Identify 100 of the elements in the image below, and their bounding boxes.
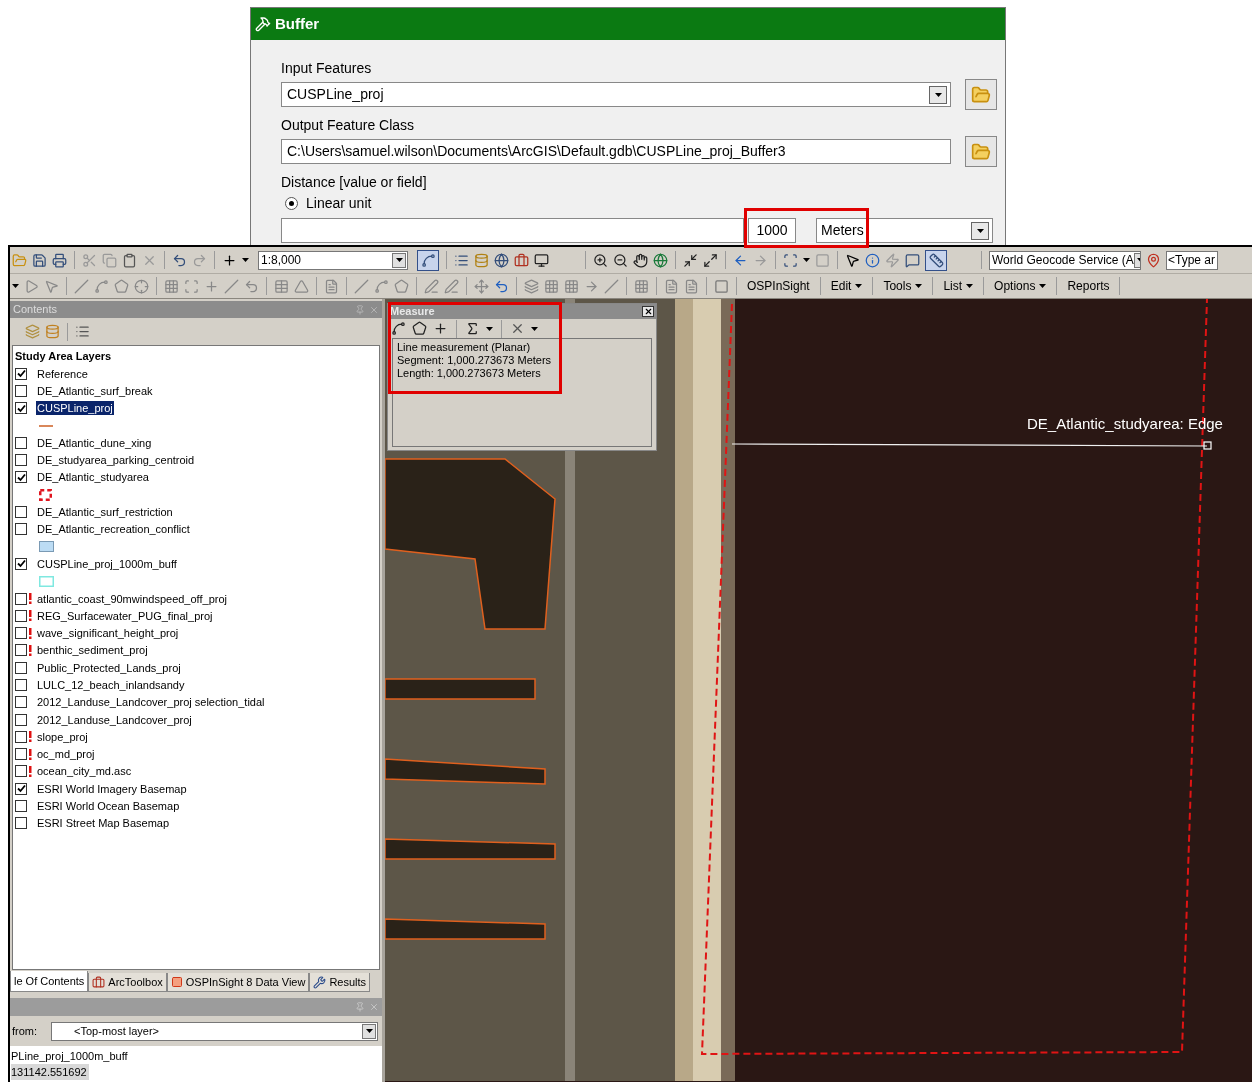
list-options-icon[interactable] [75,324,90,339]
layer-name[interactable]: atlantic_coast_90mwindspeed_off_proj [36,591,228,606]
layer-name[interactable]: LULC_12_beach_inlandsandy [36,678,186,692]
input-dropdown[interactable]: CUSPLine_proj [281,82,951,107]
add-data-icon[interactable] [222,252,237,268]
layer-name[interactable]: wave_significant_height_proj [36,626,180,641]
layer-name[interactable]: ocean_city_md.asc [36,764,133,779]
zoom-in-icon[interactable] [593,252,608,268]
layer-name[interactable]: Reference [36,366,89,381]
caret-icon[interactable] [486,326,493,331]
layer-name[interactable]: 2012_Landuse_Landcover_proj selection_tidal [36,695,266,710]
dropdown-caret-icon[interactable] [915,284,923,288]
layer-checkbox[interactable] [15,471,27,484]
layer-name[interactable]: CUSPLine_proj_1000m_buff [36,556,178,571]
layer-name[interactable]: Public_Protected_Lands_proj [36,660,182,675]
panel-tab[interactable]: OSPInSight 8 Data View [166,973,310,992]
dropdown-caret-icon[interactable] [1039,284,1047,288]
caret-icon[interactable] [976,228,984,233]
layer-checkbox[interactable] [15,627,27,640]
distance-value-field[interactable]: 1000 [748,218,796,243]
layer-checkbox[interactable] [15,454,27,467]
layer-checkbox[interactable] [15,748,27,761]
browse-folder-button[interactable] [965,136,997,167]
layer-name[interactable]: benthic_sediment_proj [36,643,149,658]
layer-name[interactable]: slope_proj [36,729,89,744]
caret-icon[interactable] [12,284,19,288]
pointer-icon[interactable] [845,252,860,268]
browse-folder-button[interactable] [965,79,997,110]
layer-name[interactable]: CUSPLine_proj [36,401,114,416]
print-icon[interactable] [52,252,67,268]
identify-icon[interactable] [865,252,880,268]
toolbar-menu[interactable]: Tools [880,277,926,295]
layer-name[interactable]: ESRI Street Map Basemap [36,816,171,831]
layer-name[interactable]: 2012_Landuse_Landcover_proj [36,712,193,727]
layer-name[interactable]: ESRI World Ocean Basemap [36,799,181,814]
scale-dropdown[interactable]: 1:8,000 [258,250,408,270]
caret-icon[interactable] [395,258,403,262]
dropdown-caret-icon[interactable] [966,284,974,288]
layer-name[interactable]: ESRI World Imagery Basemap [36,781,188,796]
close-icon[interactable] [643,307,653,316]
input-field[interactable] [281,218,744,243]
unit-dropdown[interactable]: Meters [816,218,993,243]
layer-name[interactable]: DE_Atlantic_surf_restriction [36,505,174,519]
layer-dropdown[interactable]: <Top-most layer> [51,1021,378,1041]
layer-checkbox[interactable] [15,679,27,691]
caret-icon[interactable] [934,92,942,97]
radio-button[interactable] [285,197,298,210]
layer-name[interactable]: REG_Surfacewater_PUG_final_proj [36,608,214,623]
layer-checkbox[interactable] [15,696,27,709]
address-field[interactable]: <Type ar [1166,250,1218,270]
layer-checkbox[interactable] [15,402,27,415]
geocoder-dropdown[interactable]: World Geocode Service (A [989,250,1141,270]
find-address-icon[interactable] [1146,252,1161,268]
layer-checkbox[interactable] [15,384,27,397]
globe-icon[interactable] [653,252,668,268]
caret-icon[interactable] [365,1029,373,1033]
caret-icon[interactable] [242,258,249,262]
measure-icon[interactable] [928,252,944,268]
caret-icon[interactable] [531,326,538,331]
toolbar-menu[interactable]: Reports [1064,277,1113,295]
layer-checkbox[interactable] [15,557,27,570]
caret-icon[interactable] [803,258,810,262]
toolbar-menu[interactable]: Options [991,277,1050,295]
zoom-out-icon[interactable] [613,252,628,268]
hammer-icon [255,16,271,32]
layer-checkbox[interactable] [15,713,27,726]
undo-icon[interactable] [172,252,187,268]
panel-tab[interactable]: le Of Contents [10,971,89,992]
sum-icon[interactable] [465,321,480,336]
paste-icon[interactable] [122,252,137,268]
layer-checkbox[interactable] [15,644,27,657]
input-field[interactable]: C:\Users\samuel.wilson\Documents\ArcGIS\Default.gdb\CUSPLine_proj_Buffer3 [281,139,951,164]
layer-checkbox[interactable] [15,765,27,778]
layer-name[interactable]: DE_Atlantic_recreation_conflict [36,522,191,537]
save-icon[interactable] [32,252,47,268]
panel-tab[interactable]: Results [309,973,371,992]
layer-checkbox[interactable] [15,782,27,795]
layer-name[interactable]: DE_studyarea_parking_centroid [36,453,196,468]
layer-checkbox[interactable] [15,436,27,449]
toolbar-menu[interactable]: Edit [827,277,866,295]
layer-checkbox[interactable] [15,609,27,622]
layer-checkbox[interactable] [15,523,27,536]
result-line[interactable]: PLine_proj_1000m_buff [11,1048,130,1064]
layer-checkbox[interactable] [15,367,27,380]
layer-name[interactable]: DE_Atlantic_studyarea [36,470,150,485]
toolbar-menu[interactable]: List [940,277,977,295]
layer-name[interactable]: DE_Atlantic_dune_xing [36,435,153,450]
layer-checkbox[interactable] [15,817,27,830]
panel-tab[interactable]: ArcToolbox [88,973,167,992]
layer-checkbox[interactable] [15,592,27,605]
layer-checkbox[interactable] [15,730,27,743]
toolbar-menu[interactable]: OSPInSight [744,277,813,295]
layer-name[interactable]: DE_Atlantic_surf_break [36,383,154,398]
pan-icon[interactable] [633,252,648,268]
layer-name[interactable]: oc_md_proj [36,747,96,762]
layer-checkbox[interactable] [15,506,27,518]
toolbox-icon[interactable] [514,252,529,268]
layer-checkbox[interactable] [15,661,27,674]
dropdown-caret-icon[interactable] [855,284,863,288]
layer-checkbox[interactable] [15,800,27,813]
